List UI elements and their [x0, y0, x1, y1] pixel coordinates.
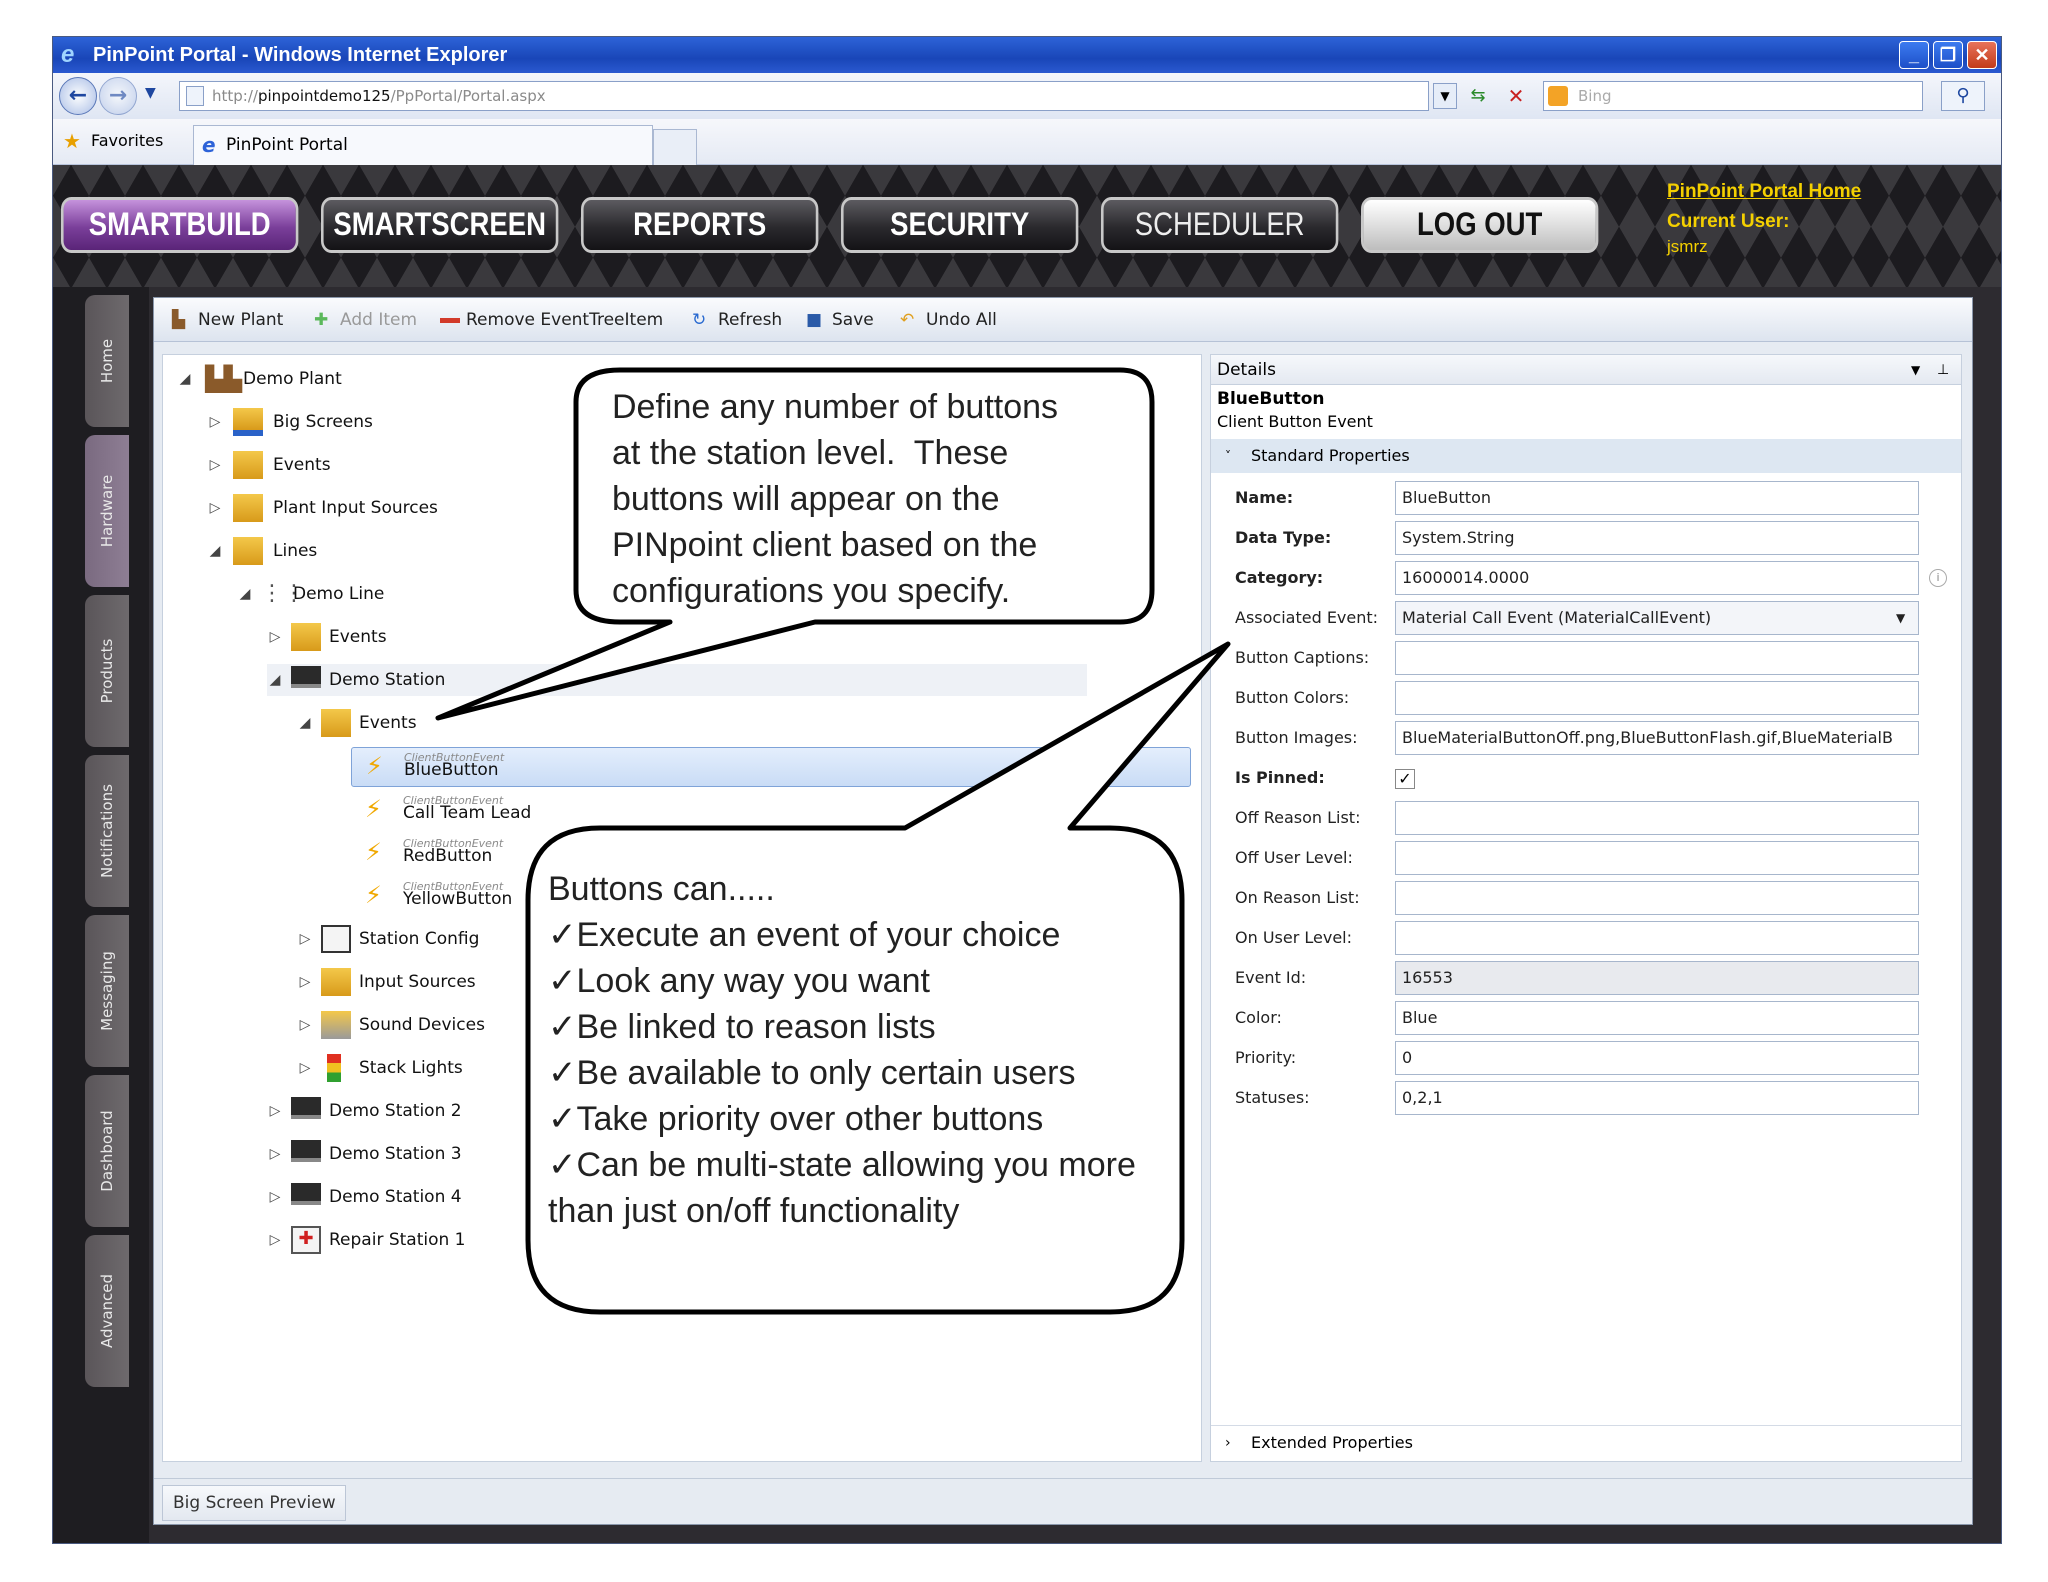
- check-icon: ✓: [548, 1099, 577, 1139]
- callout-item: ✓Execute an event of your choice: [548, 912, 1136, 958]
- callout-bottom-text: Buttons can..... ✓Execute an event of yo…: [548, 866, 1136, 1234]
- callout-item: ✓Look any way you want: [548, 958, 1136, 1004]
- callout-line: PINpoint client based on the: [612, 526, 1038, 564]
- callout-item-text: Can be multi-state allowing you more: [576, 1146, 1136, 1184]
- check-icon: ✓: [548, 1145, 577, 1185]
- callout-tail: than just on/off functionality: [548, 1192, 960, 1230]
- callout-item-text: Execute an event of your choice: [576, 916, 1061, 954]
- callout-item-text: Take priority over other buttons: [576, 1100, 1044, 1138]
- callout-item: ✓Be linked to reason lists: [548, 1004, 1136, 1050]
- callout-line: Define any number of buttons: [612, 388, 1059, 426]
- callout-item: ✓Can be multi-state allowing you more: [548, 1142, 1136, 1188]
- callout-item-text: Look any way you want: [576, 962, 930, 1000]
- check-icon: ✓: [548, 961, 577, 1001]
- callout-item-text: Be linked to reason lists: [576, 1008, 936, 1046]
- callout-item: ✓Take priority over other buttons: [548, 1096, 1136, 1142]
- callout-item: ✓Be available to only certain users: [548, 1050, 1136, 1096]
- check-icon: ✓: [548, 915, 577, 955]
- callout-line: buttons will appear on the: [612, 480, 1000, 518]
- callout-line: at the station level. These: [612, 434, 1009, 472]
- callout-overlay: [435, 367, 1231, 1315]
- callout-top-text: Define any number of buttons at the stat…: [612, 384, 1058, 614]
- callout-intro: Buttons can.....: [548, 870, 775, 908]
- callout-item-text: Be available to only certain users: [576, 1054, 1076, 1092]
- check-icon: ✓: [548, 1053, 577, 1093]
- callout-line: configurations you specify.: [612, 572, 1011, 610]
- check-icon: ✓: [548, 1007, 577, 1047]
